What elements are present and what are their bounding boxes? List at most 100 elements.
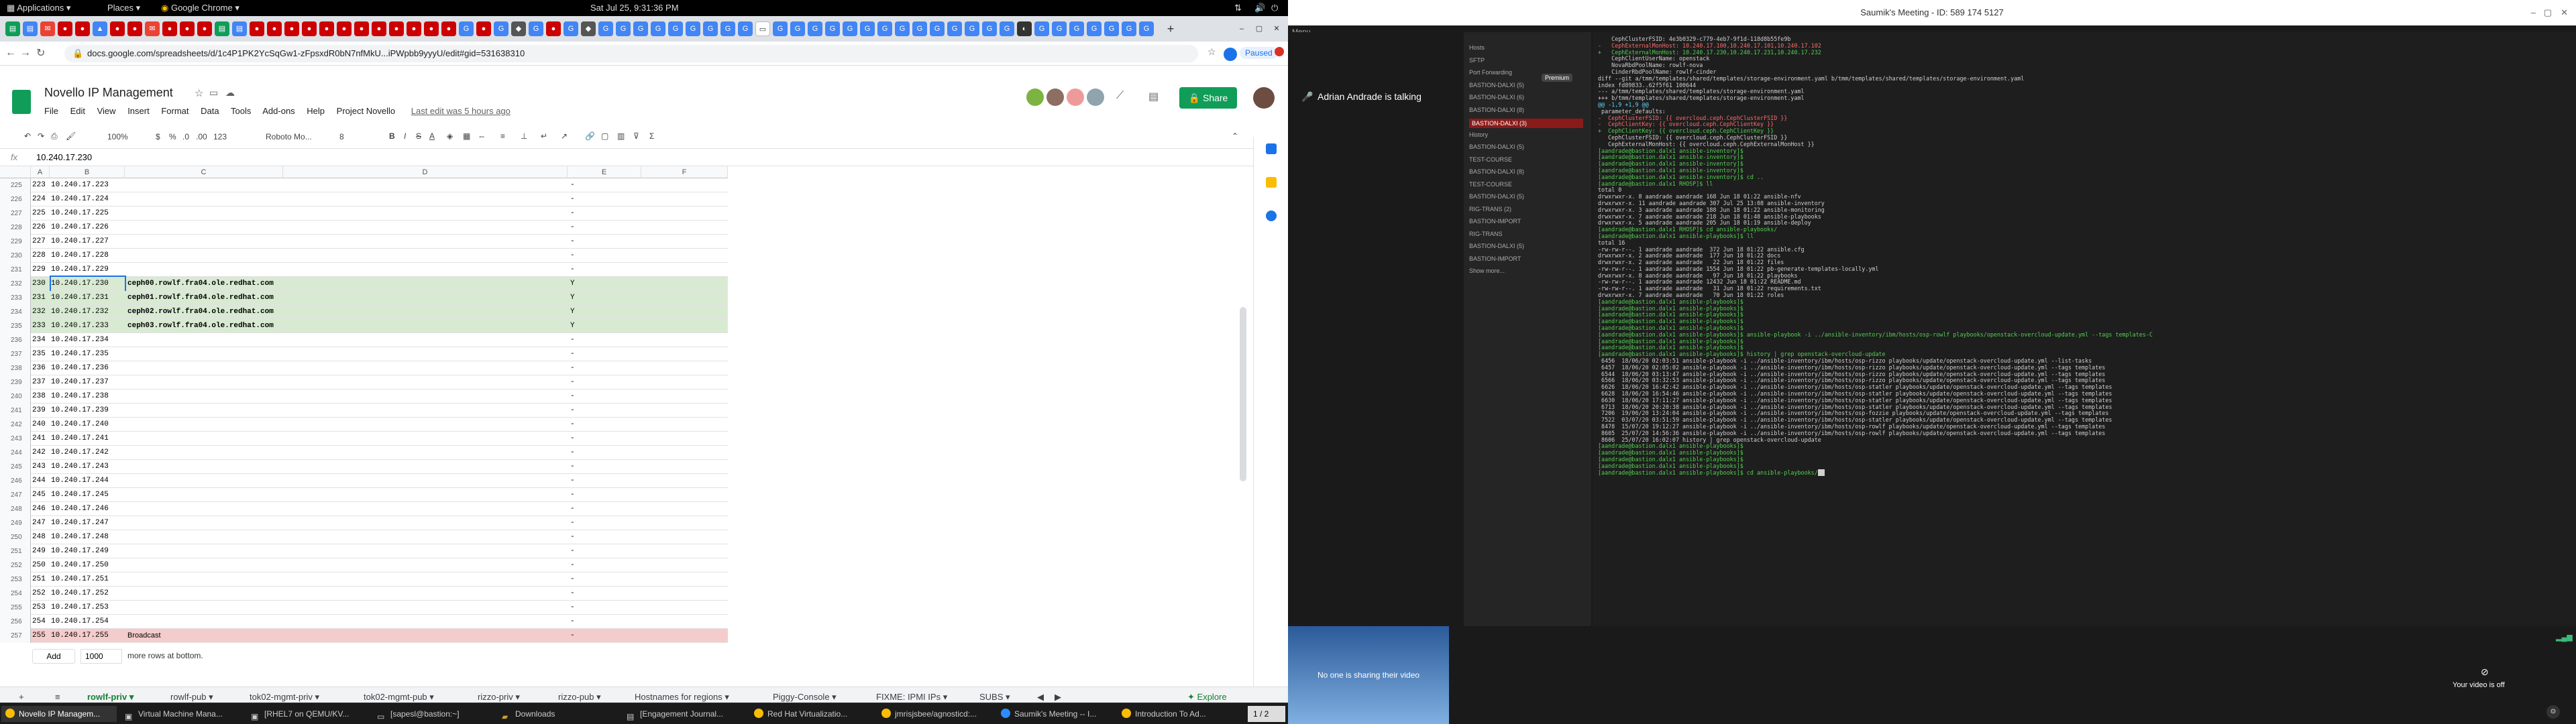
task-rhv[interactable]: Red Hat Virtualizatio... [750,706,873,722]
calendar-icon[interactable] [1266,143,1277,154]
task-virt-manager[interactable]: ▣ Virtual Machine Mana... [121,706,243,722]
zoom-close-icon[interactable]: ✕ [2561,0,2568,25]
tab-docs-icon[interactable]: ▤ [23,21,38,36]
cell-e[interactable]: - [570,530,637,544]
tab-google-icon[interactable]: G [668,21,683,36]
menu-project-novello[interactable]: Project Novello [337,106,395,116]
task-rhel7[interactable]: ▣ [RHEL7 on QEMU/KV... [247,706,369,722]
cell-e[interactable]: - [570,615,637,629]
number-format-select[interactable]: 123 [213,132,227,141]
cell-ip[interactable]: 10.240.17.229 [51,263,125,277]
row-number[interactable]: 237 [0,347,31,361]
sheet-tab-fixme-ipmi[interactable]: FIXME: IPMI IPs ▾ [876,692,947,703]
tab-google-icon[interactable]: G [895,21,910,36]
font-select[interactable]: Roboto Mo... [266,132,312,141]
sheet-tab-rowlf-pub[interactable]: rowlf-pub ▾ [170,692,213,703]
tab-redhat-icon[interactable]: ● [267,21,282,36]
tab-generic-icon[interactable]: ◆ [581,21,596,36]
tab-redhat-icon[interactable]: ● [75,21,90,36]
share-button[interactable]: 🔒 Share [1179,87,1237,109]
cell-ip[interactable]: 10.240.17.243 [51,460,125,474]
cell-hostname[interactable] [127,347,283,361]
cell-hostname[interactable] [127,601,283,615]
power-icon[interactable]: ⏻ [1271,3,1278,13]
task-agnosticd[interactable]: jmrisjsbee/agnosticd:... [877,706,993,722]
task-zoom-meeting[interactable]: Saumik's Meeting -- I... [997,706,1114,722]
tab-redhat-icon[interactable]: ● [407,21,421,36]
tab-drive-icon[interactable]: ▲ [93,21,107,36]
decimal-decrease-icon[interactable]: .0 [182,132,189,141]
tab-google-icon[interactable]: G [825,21,840,36]
cell-hostname[interactable] [127,502,283,516]
cell-e[interactable]: - [570,474,637,488]
cell-e[interactable]: - [570,389,637,404]
insert-chart-icon[interactable]: ▥ [617,131,625,141]
cell-e[interactable]: - [570,375,637,389]
tab-redhat-icon[interactable]: ● [337,21,352,36]
cell-a[interactable]: 240 [32,418,50,432]
cell-a[interactable]: 248 [32,530,50,544]
cell-a[interactable]: 230 [32,277,50,291]
tab-google-icon[interactable]: G [1052,21,1067,36]
forward-icon[interactable]: → [20,47,31,59]
column-header-f[interactable]: F [641,166,728,178]
cell-a[interactable]: 243 [32,460,50,474]
menu-tools[interactable]: Tools [231,106,251,116]
task-sheets[interactable]: Novello IP Managem... [1,706,117,722]
cell-a[interactable]: 226 [32,221,50,235]
ssh-sidebar-item[interactable]: BASTION-DALXI (8) [1469,168,1583,175]
functions-icon[interactable]: Σ [649,131,654,141]
cell-e[interactable]: Y [570,277,637,291]
cell-e[interactable]: - [570,333,637,347]
menu-data[interactable]: Data [201,106,219,116]
tab-redhat-icon[interactable]: ● [197,21,212,36]
column-header-c[interactable]: C [125,166,283,178]
cell-ip[interactable]: 10.240.17.227 [51,235,125,249]
cell-e[interactable]: - [570,263,637,277]
cell-ip[interactable]: 10.240.17.237 [51,375,125,389]
row-number[interactable]: 242 [0,418,31,432]
all-sheets-icon[interactable]: ≡ [55,692,60,702]
tab-redhat-icon[interactable]: ● [250,21,264,36]
tab-github-icon[interactable]: ◐ [1017,21,1032,36]
cell-ip[interactable]: 10.240.17.246 [51,502,125,516]
tab-google-icon[interactable]: G [738,21,753,36]
tab-google-icon[interactable]: G [1069,21,1084,36]
add-rows-count-input[interactable]: 1000 [80,649,122,664]
cell-e[interactable]: - [570,572,637,587]
tab-active-icon[interactable]: ▭ [755,21,770,36]
terminal[interactable]: CephClusterFSID: 4e3b0329-c779-4eb7-9f1d… [1593,32,2576,626]
cell-e[interactable]: - [570,502,637,516]
text-wrap-icon[interactable]: ↵ [541,131,547,141]
print-icon[interactable]: ⎙ [51,131,58,141]
merge-cells-icon[interactable]: ⇔ [478,131,486,141]
sheet-tab-tok02-mgmt-priv[interactable]: tok02-mgmt-priv ▾ [250,692,319,703]
menu-edit[interactable]: Edit [70,106,85,116]
row-number[interactable]: 240 [0,389,31,404]
tab-redhat-icon[interactable]: ● [110,21,125,36]
sheet-tab-rizzo-pub[interactable]: rizzo-pub ▾ [558,692,601,703]
cell-ip[interactable]: 10.240.17.255 [51,629,125,643]
tab-google-icon[interactable]: G [930,21,945,36]
cell-ip[interactable]: 10.240.17.242 [51,446,125,460]
ssh-sidebar-item[interactable]: RIG-TRANS (2) [1469,206,1583,213]
tab-redhat-icon[interactable]: ● [319,21,334,36]
cell-ip[interactable]: 10.240.17.244 [51,474,125,488]
cell-a[interactable]: 255 [32,629,50,643]
account-avatar[interactable] [1253,87,1275,109]
cell-hostname[interactable] [127,446,283,460]
row-number[interactable]: 244 [0,446,31,460]
cell-a[interactable]: 235 [32,347,50,361]
zoom-select[interactable]: 100% [107,132,128,141]
row-number[interactable]: 228 [0,221,31,235]
row-number[interactable]: 245 [0,460,31,474]
collapse-menu-icon[interactable]: ⌃ [1232,131,1238,141]
row-number[interactable]: 233 [0,291,31,305]
tab-google-icon[interactable]: G [686,21,700,36]
cell-a[interactable]: 253 [32,601,50,615]
cell-hostname[interactable] [127,404,283,418]
row-number[interactable]: 253 [0,572,31,587]
menu-format[interactable]: Format [161,106,189,116]
row-number[interactable]: 226 [0,192,31,206]
decimal-increase-icon[interactable]: .00 [196,132,207,141]
